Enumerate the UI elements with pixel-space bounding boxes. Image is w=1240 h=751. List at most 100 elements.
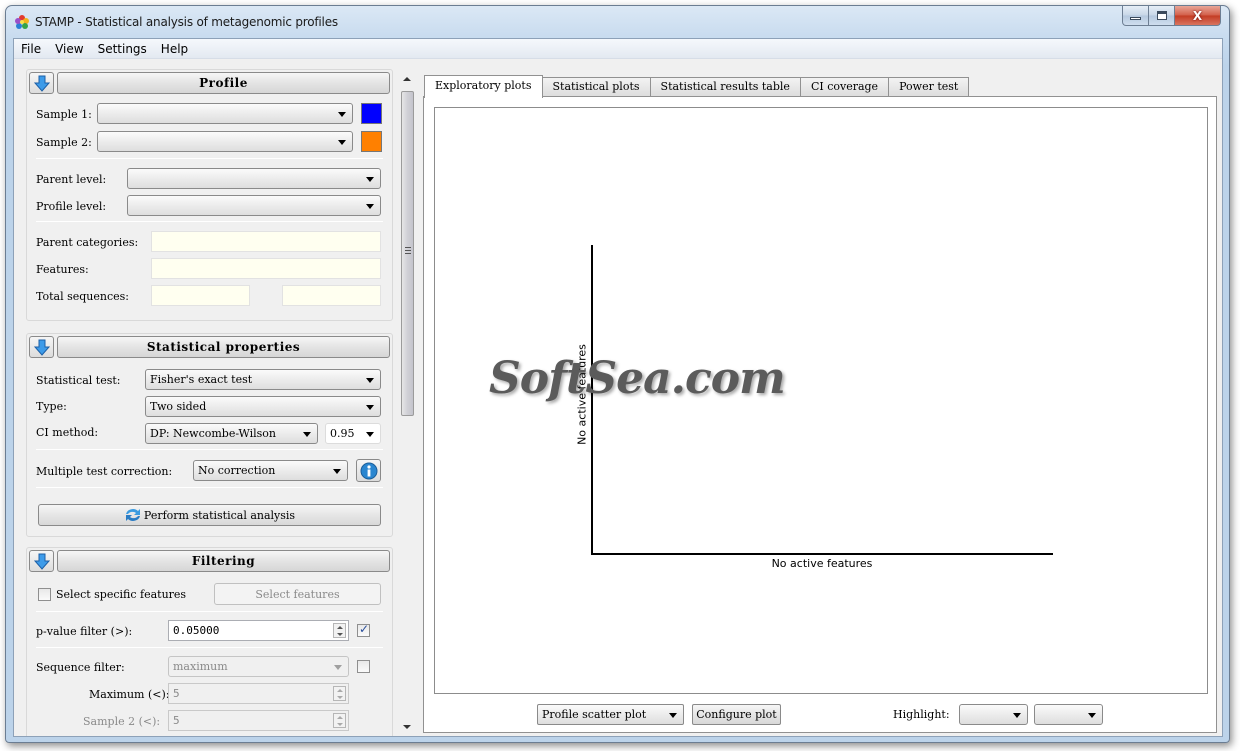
profile-group: Profile Sample 1: Sample 2: Parent level… (26, 69, 393, 321)
arrow-down-icon (33, 339, 50, 356)
divider (36, 487, 383, 488)
multiple-test-correction-label: Multiple test correction: (36, 465, 173, 478)
sample1-select[interactable] (97, 103, 353, 124)
menu-view[interactable]: View (48, 39, 90, 58)
grip-icon (405, 247, 411, 255)
pvalue-filter-checkbox[interactable] (357, 622, 370, 637)
divider (36, 158, 383, 159)
stamp-app-icon (15, 15, 29, 29)
configure-plot-button[interactable]: Configure plot (692, 704, 781, 725)
filtering-header[interactable]: Filtering (57, 550, 390, 572)
perform-analysis-button[interactable]: Perform statistical analysis (38, 504, 381, 526)
menu-settings[interactable]: Settings (91, 39, 154, 58)
arrow-down-icon (33, 75, 50, 92)
select-specific-features-checkbox[interactable] (38, 588, 51, 601)
tab-statistical-results-table[interactable]: Statistical results table (650, 77, 801, 97)
type-select[interactable]: Two sided (145, 396, 381, 417)
chevron-down-icon (366, 177, 374, 182)
app-window: STAMP - Statistical analysis of metageno… (5, 5, 1230, 743)
sample1-color-swatch[interactable] (361, 103, 382, 124)
client-area: File View Settings Help Profile Sample 1… (13, 38, 1223, 737)
scroll-thumb[interactable] (401, 91, 414, 416)
minimize-icon (1130, 17, 1141, 20)
divider (36, 647, 383, 648)
statistical-test-label: Statistical test: (36, 374, 121, 387)
watermark: SoftSea.com (489, 353, 786, 404)
select-specific-features-label: Select specific features (56, 588, 187, 601)
sequence-filter-select[interactable]: maximum (168, 656, 349, 677)
close-icon: X (1192, 8, 1203, 23)
select-features-button[interactable]: Select features (214, 583, 381, 605)
tab-bar: Exploratory plots Statistical plots Stat… (424, 75, 970, 98)
sample2-filter-input[interactable]: 5 (168, 710, 349, 731)
sample2-label: Sample 2: (36, 136, 92, 149)
chevron-down-icon (338, 140, 346, 145)
minimize-button[interactable] (1122, 6, 1149, 26)
spin-down-icon (337, 723, 343, 726)
x-axis (591, 553, 1053, 555)
chevron-down-icon (1013, 713, 1021, 718)
maximum-spin-buttons[interactable] (333, 686, 346, 701)
tab-ci-coverage[interactable]: CI coverage (800, 77, 890, 97)
statistical-properties-header[interactable]: Statistical properties (57, 336, 390, 358)
highlight-select-1[interactable] (959, 704, 1028, 725)
x-axis-label: No active features (771, 557, 873, 570)
menu-bar: File View Settings Help (14, 39, 1222, 59)
sequence-filter-checkbox[interactable] (357, 660, 370, 673)
maximize-button[interactable] (1149, 6, 1175, 26)
profile-collapse-button[interactable] (29, 72, 54, 94)
pvalue-filter-label: p-value filter (>): (36, 625, 133, 638)
multiple-test-correction-select[interactable]: No correction (193, 460, 348, 481)
spin-up-icon (337, 716, 343, 719)
profile-header[interactable]: Profile (57, 72, 390, 94)
total-sequences-2-field (282, 285, 381, 306)
parent-level-select[interactable] (127, 168, 381, 189)
sample2-color-swatch[interactable] (361, 131, 382, 152)
total-sequences-1-field (151, 285, 250, 306)
chevron-down-icon (669, 713, 677, 718)
statistical-test-select[interactable]: Fisher's exact test (145, 369, 381, 390)
chevron-down-icon (366, 378, 374, 383)
plot-type-select[interactable]: Profile scatter plot (537, 704, 684, 725)
correction-info-button[interactable] (356, 459, 381, 482)
ci-level-select[interactable]: 0.95 (325, 423, 381, 444)
menu-file[interactable]: File (14, 39, 48, 58)
window-title: STAMP - Statistical analysis of metageno… (35, 15, 338, 29)
ci-method-select[interactable]: DP: Newcombe-Wilson (145, 423, 318, 444)
chevron-down-icon (333, 469, 341, 474)
statistical-properties-group: Statistical properties Statistical test:… (26, 333, 393, 537)
maximize-icon (1156, 11, 1167, 20)
tab-exploratory-plots[interactable]: Exploratory plots (424, 75, 543, 98)
profile-level-select[interactable] (127, 195, 381, 216)
tab-statistical-plots[interactable]: Statistical plots (542, 77, 651, 97)
stats-collapse-button[interactable] (29, 336, 54, 358)
close-button[interactable]: X (1175, 6, 1221, 26)
plot-canvas[interactable]: No active features No active features So… (434, 107, 1208, 694)
menu-help[interactable]: Help (154, 39, 195, 58)
divider (36, 449, 383, 450)
left-panel-scrollbar[interactable] (400, 73, 414, 734)
features-label: Features: (36, 263, 89, 276)
spin-up-icon (337, 626, 343, 629)
profile-level-label: Profile level: (36, 200, 107, 213)
scroll-up-icon[interactable] (403, 77, 411, 81)
refresh-icon (125, 509, 140, 521)
filtering-collapse-button[interactable] (29, 550, 54, 572)
exploratory-plots-panel: No active features No active features So… (423, 96, 1217, 733)
maximum-label: Maximum (<): (89, 688, 170, 701)
chevron-down-icon (303, 432, 311, 437)
chevron-down-icon (366, 204, 374, 209)
tab-power-test[interactable]: Power test (889, 77, 970, 97)
title-bar: STAMP - Statistical analysis of metageno… (6, 6, 1229, 39)
sample2-spin-buttons[interactable] (333, 713, 346, 728)
pvalue-spin-buttons[interactable] (333, 623, 346, 638)
scroll-down-icon[interactable] (403, 725, 411, 729)
chevron-down-icon (1088, 713, 1096, 718)
highlight-label: Highlight: (893, 708, 950, 721)
maximum-input[interactable]: 5 (168, 683, 349, 704)
total-sequences-label: Total sequences: (36, 290, 129, 303)
features-field (151, 258, 381, 279)
highlight-select-2[interactable] (1034, 704, 1103, 725)
sample2-select[interactable] (97, 131, 353, 152)
pvalue-filter-input[interactable]: 0.05000 (168, 620, 349, 641)
